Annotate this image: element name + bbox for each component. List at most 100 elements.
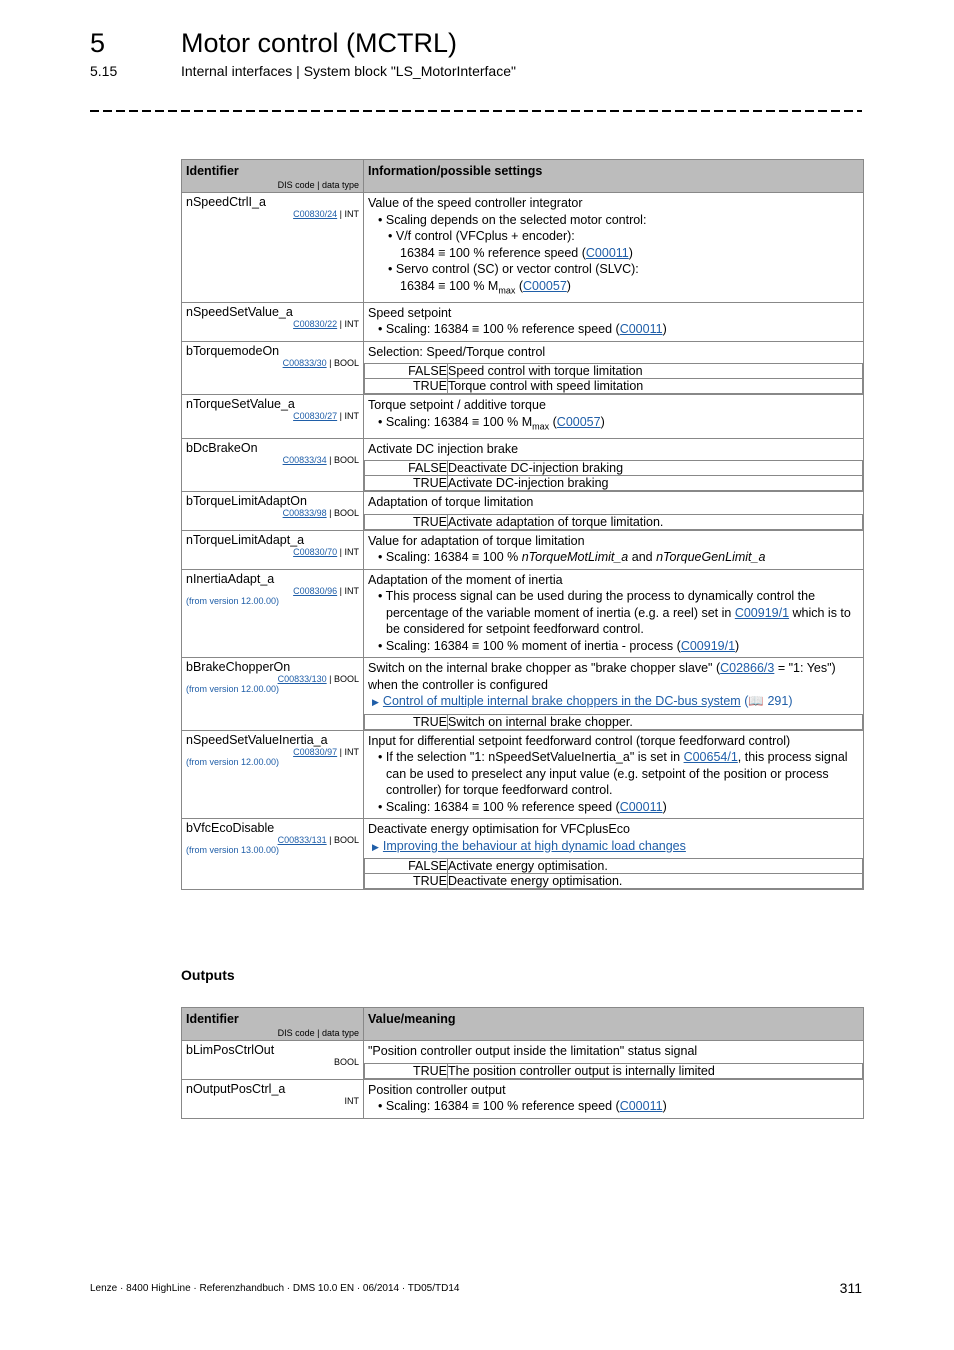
row-title: Adaptation of the moment of inertia (368, 572, 563, 587)
signal-identifier: nTorqueSetValue_a (186, 397, 295, 411)
header-information-label: Information/possible settings (368, 164, 543, 178)
bullet: • Scaling depends on the selected motor … (378, 212, 647, 227)
parameter-link[interactable]: C00057 (557, 415, 601, 429)
table-row: nTorqueLimitAdapt_a C00830/70 | INT Valu… (181, 529, 864, 570)
data-type: BOOL (333, 454, 359, 465)
row-title: Adaptation of torque limitation (368, 495, 534, 509)
table-row: nTorqueSetValue_a C00830/27 | INT Torque… (181, 394, 864, 439)
parameter-link[interactable]: C00011 (620, 800, 663, 814)
value-meaning: Activate energy optimisation. (447, 858, 863, 874)
section-title: Internal interfaces | System block "LS_M… (181, 63, 516, 79)
page-reference[interactable]: 291 (767, 694, 788, 708)
value-meaning: Switch on internal brake chopper. (447, 713, 863, 730)
dis-code-link[interactable]: C00833/30 (283, 358, 327, 368)
dis-code-link[interactable]: C00830/97 (293, 747, 337, 757)
bullet: • Scaling: 16384 ≡ 100 % reference speed… (378, 799, 667, 814)
table-row: nSpeedCtrlI_a C00830/24 | INT Value of t… (181, 192, 864, 303)
value-table: TRUE Switch on internal brake chopper. (364, 713, 863, 730)
header-identifier: Identifier DIS code | data type (181, 159, 364, 193)
section-number: 5.15 (90, 63, 118, 79)
bullet: • This process signal can be used during… (378, 589, 851, 636)
value-key: TRUE (364, 1062, 448, 1079)
signal-identifier: bBrakeChopperOn (186, 660, 291, 674)
value-key: TRUE (364, 378, 448, 394)
bullet: • V/f control (VFCplus + encoder): (388, 229, 575, 243)
value-row: TRUE Switch on internal brake chopper. (364, 713, 863, 730)
parameter-link[interactable]: C00011 (620, 1099, 663, 1113)
signal-identifier: bLimPosCtrlOut (186, 1043, 275, 1057)
header-value-meaning: Value/meaning (363, 1007, 864, 1041)
header-dis-code-label: DIS code | data type (277, 180, 359, 190)
header-identifier: Identifier DIS code | data type (181, 1007, 364, 1041)
dis-code-link[interactable]: C00833/34 (283, 455, 327, 465)
cross-reference: ▶ Control of multiple internal brake chop… (372, 694, 793, 708)
signal-identifier: bVfcEcoDisable (186, 821, 275, 835)
dis-code-link[interactable]: C00833/98 (283, 508, 327, 518)
table-row: nSpeedSetValue_a C00830/22 | INT Speed s… (181, 301, 864, 342)
signal-identifier: nSpeedCtrlI_a (186, 195, 266, 209)
value-row: TRUE Torque control with speed limitation (364, 378, 863, 394)
data-type: INT (344, 318, 360, 329)
bullet: • If the selection "1: nSpeedSetValueIne… (378, 750, 848, 797)
row-title: Input for differential setpoint feedforw… (368, 733, 791, 748)
parameter-link[interactable]: C02866/3 (720, 661, 774, 675)
dis-code-link[interactable]: C00830/70 (293, 547, 337, 557)
table-row: nOutputPosCtrl_a INT Position controller… (181, 1078, 864, 1119)
row-title: Torque setpoint / additive torque (368, 398, 546, 412)
parameter-link[interactable]: C00011 (586, 246, 629, 260)
row-title: Activate DC injection brake (368, 441, 519, 456)
book-icon: 📖 (748, 694, 764, 708)
value-row: FALSE Deactivate DC-injection braking (364, 460, 863, 476)
outputs-heading: Outputs (181, 967, 235, 983)
signal-identifier: nTorqueLimitAdapt_a (186, 532, 305, 547)
parameter-link[interactable]: C00057 (523, 279, 567, 293)
cross-reference-link[interactable]: Control of multiple internal brake chopp… (383, 694, 741, 708)
row-title: Value for adaptation of torque limitatio… (368, 533, 585, 548)
row-title: "Position controller output inside the l… (368, 1044, 698, 1058)
value-key: FALSE (364, 460, 448, 476)
bullet: • Scaling: 16384 ≡ 100 % moment of inert… (378, 638, 740, 653)
data-type: INT (344, 746, 360, 757)
value-table: TRUE The position controller output is in… (364, 1062, 863, 1079)
value-row: FALSE Speed control with torque limitatio… (364, 363, 863, 379)
bullet: • Scaling: 16384 ≡ 100 % nTorqueMotLimit… (378, 550, 766, 564)
value-table: FALSE Activate energy optimisation. TRUE D… (364, 858, 863, 889)
parameter-link[interactable]: C00919/1 (735, 606, 789, 620)
parameter-link[interactable]: C00011 (620, 322, 663, 336)
inputs-table: Identifier DIS code | data type Informati… (181, 159, 864, 890)
value-key: FALSE (364, 858, 448, 874)
table-row: bBrakeChopperOn C00833/130 | BOOL (from … (181, 657, 864, 731)
dis-code-link[interactable]: C00830/24 (293, 209, 337, 219)
dis-code-link[interactable]: C00833/130 (278, 674, 327, 684)
outputs-table: Identifier DIS code | data type Value/mea… (181, 1007, 864, 1119)
dis-code-link[interactable]: C00830/27 (293, 411, 337, 421)
value-key: FALSE (364, 363, 448, 379)
cross-reference-link[interactable]: Improving the behaviour at high dynamic … (383, 839, 686, 853)
value-row: TRUE Activate adaptation of torque limita… (364, 513, 863, 530)
table-row: bDcBrakeOn C00833/34 | BOOL Activate DC … (181, 437, 864, 492)
data-type: INT (344, 1095, 360, 1106)
data-type: INT (344, 411, 360, 421)
value-row: TRUE Deactivate energy optimisation. (364, 873, 863, 889)
bullet: • Scaling: 16384 ≡ 100 % Mmax (C00057) (378, 414, 605, 432)
value-row: TRUE Activate DC-injection braking (364, 475, 863, 491)
dis-code-link[interactable]: C00833/131 (278, 835, 327, 845)
parameter-link[interactable]: C00654/1 (684, 750, 738, 764)
value-table: FALSE Deactivate DC-injection braking TRU… (364, 460, 863, 491)
header-value-meaning-label: Value/meaning (368, 1012, 456, 1026)
table-header-row: Identifier DIS code | data type Value/mea… (181, 1007, 864, 1041)
dis-code-link[interactable]: C00830/96 (293, 586, 337, 596)
value-meaning: Deactivate energy optimisation. (447, 873, 863, 889)
signal-identifier: bDcBrakeOn (186, 440, 258, 455)
bullet: • Servo control (SC) or vector control (… (388, 262, 639, 276)
footer-text: Lenze · 8400 HighLine · Referenzhandbuch… (90, 1283, 460, 1294)
value-key: TRUE (364, 713, 448, 730)
dis-code-link[interactable]: C00830/22 (293, 319, 337, 329)
value-key: TRUE (364, 873, 448, 889)
header-identifier-label: Identifier (186, 1012, 239, 1026)
bullet: • Scaling: 16384 ≡ 100 % reference speed… (378, 322, 667, 336)
table-row: nSpeedSetValueInertia_a C00830/97 | INT … (181, 729, 864, 819)
value-key: TRUE (364, 475, 448, 491)
version-note: (from version 13.00.00) (186, 845, 280, 855)
parameter-link[interactable]: C00919/1 (681, 639, 735, 653)
